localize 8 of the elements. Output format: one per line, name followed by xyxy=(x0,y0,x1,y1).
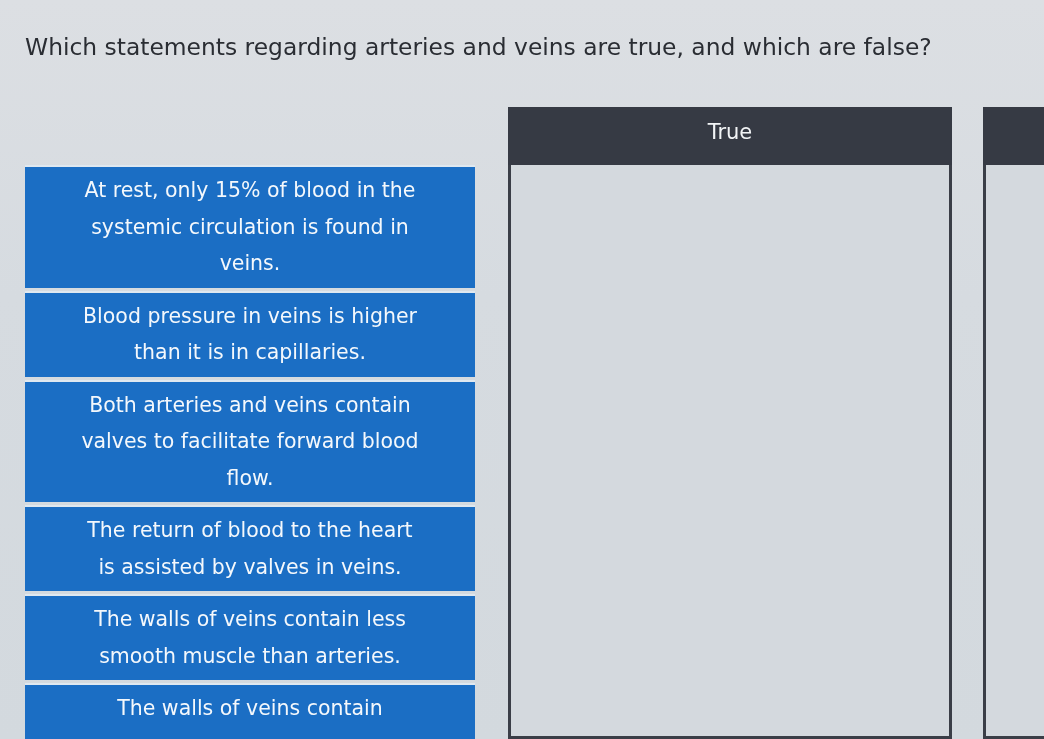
statement-card[interactable]: The walls of veins contain less smooth muscle than arteries. xyxy=(25,594,475,680)
statement-card[interactable]: Both arteries and veins contain valves to facilitate forward blood flow. xyxy=(25,379,475,502)
question-text: Which statements regarding arteries and veins are true, and which are false? xyxy=(25,32,932,63)
column-header: True xyxy=(508,107,952,165)
statement-card[interactable]: Blood pressure in veins is higher than it is in capillaries. xyxy=(25,290,475,377)
statement-card[interactable]: The return of blood to the heart is assisted by valves in veins. xyxy=(25,505,475,591)
statement-card[interactable]: At rest, only 15% of blood in the systemic circulation is found in veins. xyxy=(25,165,475,288)
statement-card[interactable]: The walls of veins contain xyxy=(25,683,475,739)
